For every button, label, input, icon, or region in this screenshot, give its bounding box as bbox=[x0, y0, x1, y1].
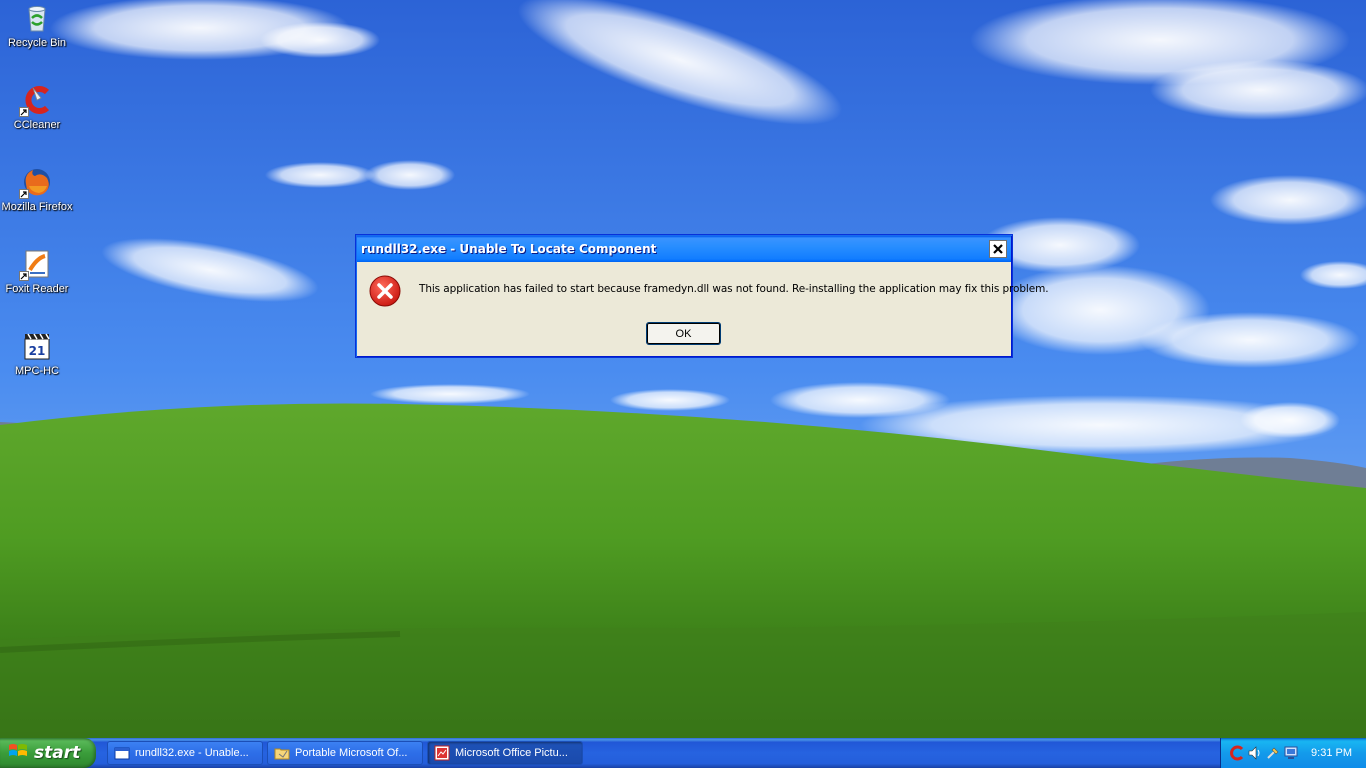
ok-button[interactable]: OK bbox=[646, 322, 721, 345]
folder-icon bbox=[274, 745, 290, 761]
volume-icon[interactable] bbox=[1247, 745, 1263, 761]
close-button[interactable] bbox=[989, 240, 1007, 258]
desktop-wallpaper bbox=[0, 0, 1366, 738]
svg-text:21: 21 bbox=[29, 344, 46, 358]
ccleaner-tray-icon[interactable] bbox=[1229, 745, 1245, 761]
start-label: start bbox=[34, 743, 81, 763]
firefox-icon bbox=[19, 166, 53, 199]
taskbar-clock[interactable]: 9:31 PM bbox=[1311, 747, 1352, 759]
window-icon bbox=[114, 745, 130, 761]
desktop-icon-ccleaner[interactable]: CCleaner bbox=[0, 84, 74, 131]
foxit-reader-icon bbox=[19, 248, 53, 281]
system-tray: 9:31 PM bbox=[1220, 738, 1366, 768]
shortcut-arrow-icon bbox=[19, 189, 29, 199]
recycle-bin-icon bbox=[21, 2, 53, 34]
desktop-icon-label: Foxit Reader bbox=[5, 283, 69, 295]
taskbar: start rundll32.exe - Unable... Portable … bbox=[0, 738, 1366, 768]
error-dialog: rundll32.exe - Unable To Locate Componen… bbox=[355, 234, 1049, 358]
dialog-message: This application has failed to start bec… bbox=[419, 283, 1049, 295]
safely-remove-hardware-icon[interactable] bbox=[1265, 745, 1281, 761]
taskbar-button-portable-office[interactable]: Portable Microsoft Of... bbox=[267, 741, 423, 765]
network-icon[interactable] bbox=[1283, 745, 1299, 761]
dialog-titlebar[interactable]: rundll32.exe - Unable To Locate Componen… bbox=[357, 236, 1011, 262]
windows-logo-icon bbox=[8, 742, 28, 764]
taskbar-button-label: Microsoft Office Pictu... bbox=[455, 747, 568, 759]
desktop-icon-foxit-reader[interactable]: Foxit Reader bbox=[0, 248, 74, 295]
desktop-icon-label: MPC-HC bbox=[15, 365, 59, 377]
taskbar-button-label: Portable Microsoft Of... bbox=[295, 747, 408, 759]
desktop-icon-label: CCleaner bbox=[13, 119, 61, 131]
desktop-icon-firefox[interactable]: Mozilla Firefox bbox=[0, 166, 74, 213]
mpc-hc-icon: 21 bbox=[21, 330, 53, 362]
desktop-icon-mpc-hc[interactable]: 21 MPC-HC bbox=[0, 330, 74, 377]
taskbar-button-label: rundll32.exe - Unable... bbox=[135, 747, 249, 759]
desktop-icon-label: Mozilla Firefox bbox=[1, 201, 73, 213]
close-icon bbox=[993, 244, 1003, 254]
taskbar-button-office-picture-manager[interactable]: Microsoft Office Pictu... bbox=[427, 741, 583, 765]
shortcut-arrow-icon bbox=[19, 271, 29, 281]
taskbar-button-rundll32[interactable]: rundll32.exe - Unable... bbox=[107, 741, 263, 765]
office-picture-icon bbox=[434, 745, 450, 761]
dialog-title: rundll32.exe - Unable To Locate Componen… bbox=[361, 242, 657, 256]
shortcut-arrow-icon bbox=[19, 107, 29, 117]
start-button[interactable]: start bbox=[0, 738, 96, 768]
error-icon bbox=[368, 274, 402, 308]
ccleaner-icon bbox=[19, 84, 53, 117]
desktop-icon-label: Recycle Bin bbox=[7, 37, 67, 49]
desktop-icon-recycle-bin[interactable]: Recycle Bin bbox=[0, 2, 74, 49]
